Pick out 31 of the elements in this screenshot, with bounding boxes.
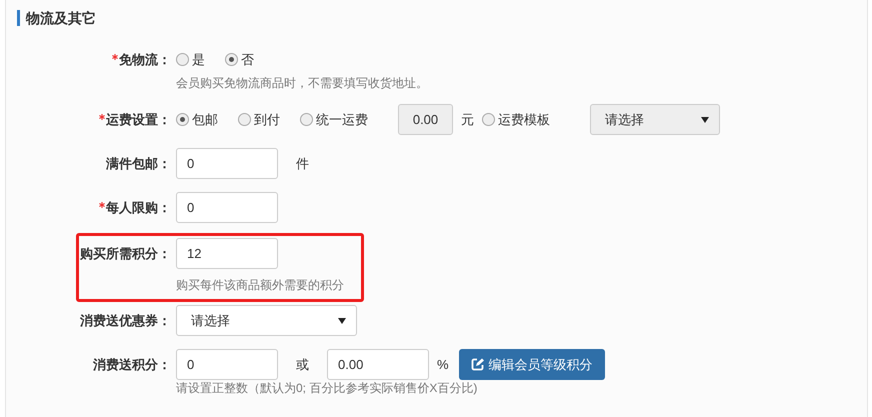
radio-option[interactable]: 运费模板 xyxy=(482,110,550,130)
hint-text: 购买每件该商品额外需要的积分 xyxy=(176,278,344,292)
field-label: 消费送优惠券： xyxy=(80,312,171,330)
caret-icon xyxy=(701,116,709,122)
hint-text: 请设置正整数（默认为0; 百分比参考实际销售价X百分比) xyxy=(176,381,478,395)
input-field[interactable]: 0 xyxy=(176,192,278,223)
edit-button[interactable]: 编辑会员等级积分 xyxy=(458,349,605,380)
field-label: 每人限购： xyxy=(106,198,171,217)
radio-option[interactable]: 包邮 xyxy=(176,110,218,130)
field-label: 消费送积分： xyxy=(93,356,171,374)
input-field[interactable]: 0.00 xyxy=(327,349,429,380)
section-title: 物流及其它 xyxy=(26,8,96,28)
hint-text: 会员购买免物流商品时，不需要填写收货地址。 xyxy=(176,76,428,90)
field-label: 购买所需积分： xyxy=(80,244,171,263)
field-label: 运费设置： xyxy=(106,110,171,129)
input-field[interactable]: 0 xyxy=(176,148,278,179)
radio-option[interactable]: 统一运费 xyxy=(300,110,368,130)
radio-option[interactable]: 到付 xyxy=(238,110,280,130)
field-label: 满件包邮： xyxy=(106,154,171,173)
radio-option[interactable]: 是 xyxy=(176,50,205,70)
select-dropdown[interactable]: 请选择 xyxy=(176,305,357,336)
unit-label: 元 xyxy=(461,110,474,129)
input-field[interactable]: 0 xyxy=(176,349,278,380)
caret-icon xyxy=(338,318,346,324)
radio-option[interactable]: 否 xyxy=(225,50,254,70)
input-field[interactable]: 12 xyxy=(176,238,278,269)
unit-label: 或 xyxy=(296,356,309,374)
edit-icon xyxy=(470,358,484,371)
unit-label: 件 xyxy=(296,154,309,173)
field-label: 免物流： xyxy=(119,50,171,69)
unit-label: % xyxy=(437,356,449,374)
